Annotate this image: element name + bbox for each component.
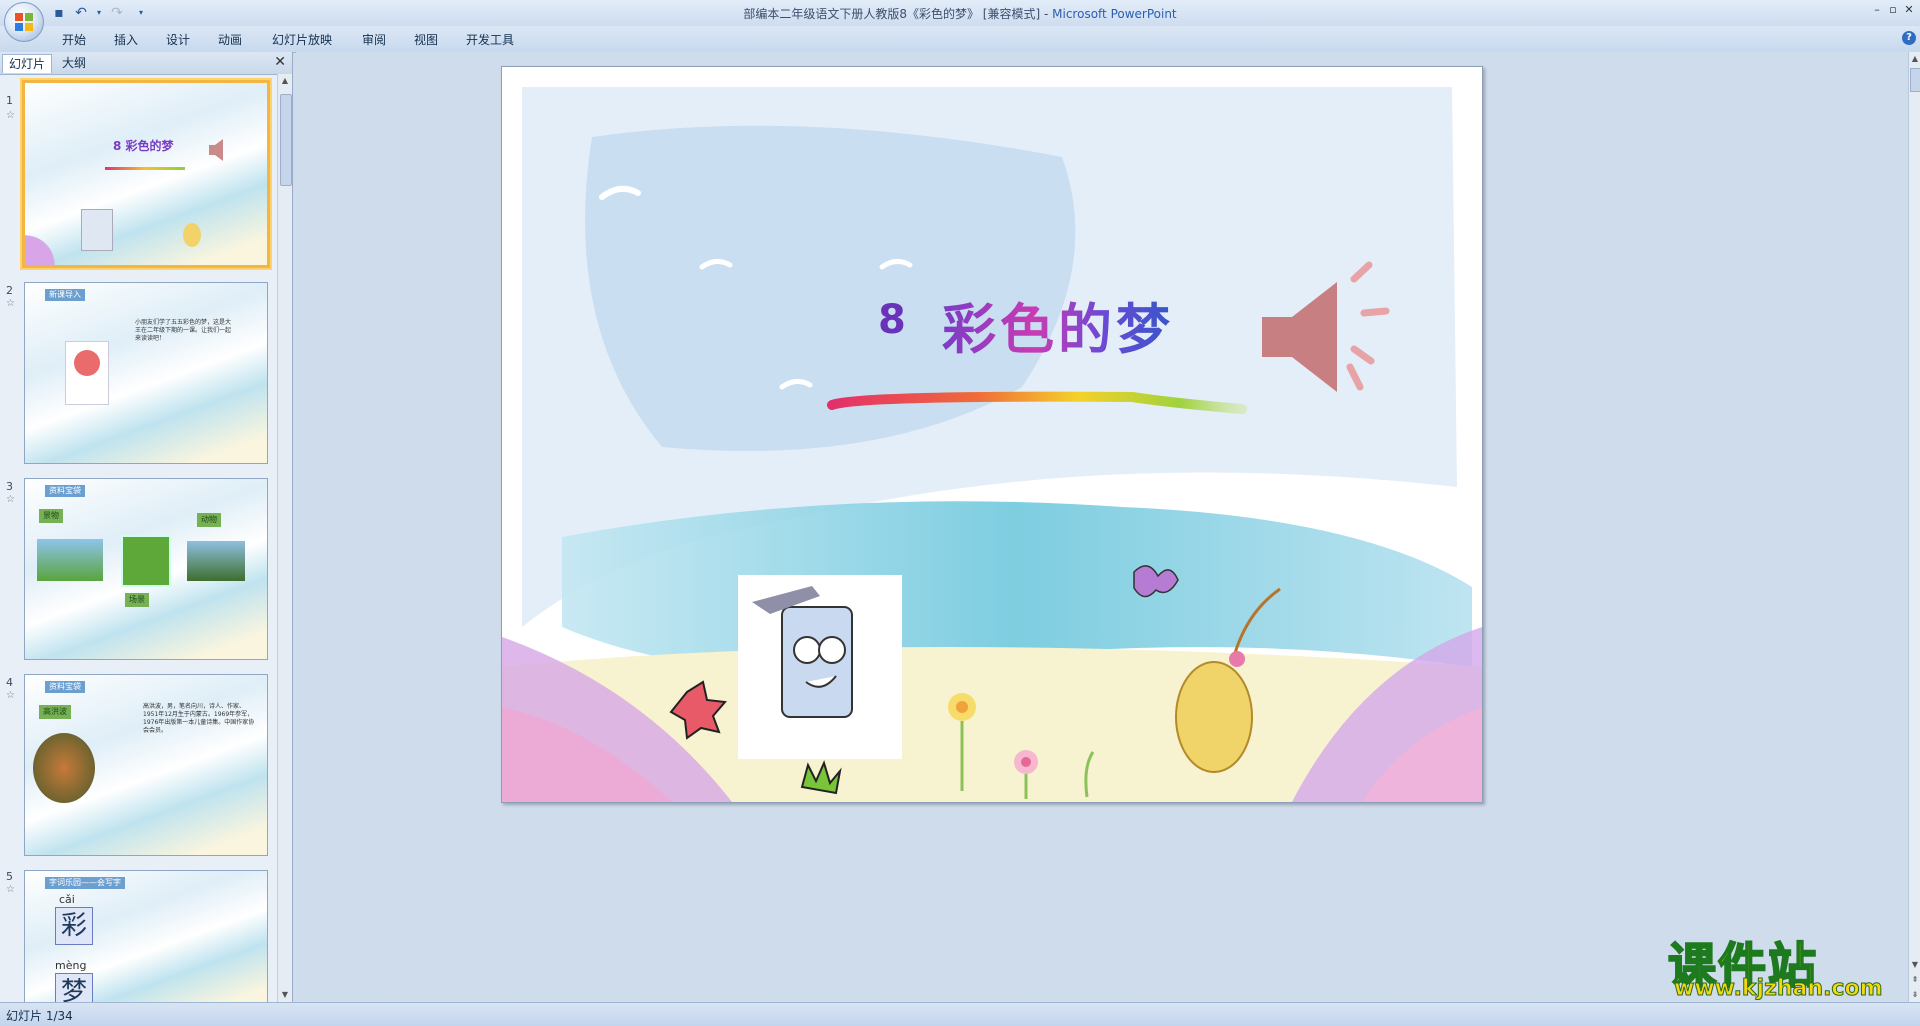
character-box: 彩 <box>55 907 93 945</box>
pinyin: mèng <box>55 959 87 972</box>
character-image <box>65 341 109 405</box>
office-logo-icon <box>15 13 33 31</box>
tab-view[interactable]: 视图 <box>414 31 438 48</box>
slide-number: 1 <box>6 94 13 107</box>
author-portrait <box>33 733 95 803</box>
animation-star-icon: ☆ <box>6 298 15 309</box>
thumbnail-text: 高洪波，男，笔名向川，诗人、作家、1951年12月生于内蒙古。1969年参军，1… <box>143 703 255 734</box>
petal-decoration <box>25 223 85 265</box>
slide-number: 2 <box>6 284 13 297</box>
slide-thumbnail-2[interactable]: 新课导入 小朋友们学了五五彩色的梦，这是大王在二年级下期的一课。让我们一起来读读… <box>24 282 268 464</box>
scroll-down-icon[interactable]: ▼ <box>278 988 292 1002</box>
tab-slideshow[interactable]: 幻灯片放映 <box>272 31 332 48</box>
next-slide-icon[interactable]: ⇟ <box>1909 988 1920 1002</box>
animation-star-icon: ☆ <box>6 690 15 701</box>
status-bar: 幻灯片 1/34 <box>0 1002 1920 1026</box>
label-box: 场景 <box>125 593 149 607</box>
character-box: 梦 <box>55 973 93 1002</box>
window-title: 部编本二年级语文下册人教版8《彩色的梦》 [兼容模式] - Microsoft … <box>0 5 1920 22</box>
tab-outline[interactable]: 大纲 <box>56 54 92 72</box>
document-title: 部编本二年级语文下册人教版8《彩色的梦》 [兼容模式] - <box>743 7 1053 21</box>
label-box: 景物 <box>39 509 63 523</box>
slide-number: 3 <box>6 480 13 493</box>
label-box: 动物 <box>197 513 221 527</box>
panel-scrollbar[interactable]: ▲ ▼ <box>277 74 292 1002</box>
slide-thumbnail-3[interactable]: 资料宝袋 景物 动物 场景 <box>24 478 268 660</box>
animation-star-icon: ☆ <box>6 884 15 895</box>
slide-editor: 8 彩色的梦 <box>296 52 1908 1002</box>
scroll-down-icon[interactable]: ▼ <box>1909 958 1920 972</box>
title-bar: ▪ ↶ ▾ ↷ ▾ 部编本二年级语文下册人教版8《彩色的梦》 [兼容模式] - … <box>0 0 1920 27</box>
animation-star-icon: ☆ <box>6 110 15 121</box>
slide-thumbnail-1[interactable]: 8 彩色的梦 <box>22 80 270 268</box>
slide-title[interactable]: 彩色的梦 <box>942 285 1174 364</box>
ribbon: 开始 插入 设计 动画 幻灯片放映 审阅 视图 开发工具 ? <box>0 26 1920 53</box>
watermark: 课件站 www.kjzhan.com <box>1667 926 1908 1002</box>
flower-image <box>121 535 171 587</box>
thumbnail-tag: 新课导入 <box>45 289 85 301</box>
book-character <box>81 209 113 251</box>
close-button[interactable]: ✕ <box>1900 2 1918 18</box>
app-name: Microsoft PowerPoint <box>1052 7 1177 21</box>
scroll-thumb[interactable] <box>1910 68 1920 92</box>
author-label: 高洪波 <box>39 705 71 719</box>
scroll-thumb[interactable] <box>280 94 292 186</box>
thumbnail-text: 小朋友们学了五五彩色的梦，这是大王在二年级下期的一课。让我们一起来读读吧！ <box>135 319 232 342</box>
slide-number: 5 <box>6 870 13 883</box>
watermark-url: www.kjzhan.com <box>1674 976 1884 1002</box>
panel-close-icon[interactable]: ✕ <box>274 54 286 70</box>
tab-home[interactable]: 开始 <box>62 31 86 48</box>
tab-insert[interactable]: 插入 <box>114 31 138 48</box>
tab-slides[interactable]: 幻灯片 <box>2 54 53 73</box>
rainbow-stroke <box>105 167 185 170</box>
tab-animations[interactable]: 动画 <box>218 31 242 48</box>
slides-panel: 幻灯片 大纲 ✕ 1 ☆ 8 彩色的梦 2 ☆ 新课导入 小朋友们学了五五彩色的… <box>0 52 293 1002</box>
panel-tabs: 幻灯片 大纲 ✕ <box>0 52 292 75</box>
thumbnail-tag: 资料宝袋 <box>45 681 85 693</box>
previous-slide-icon[interactable]: ⇞ <box>1909 973 1920 987</box>
speaker-icon <box>209 139 223 161</box>
slide-thumbnail-5[interactable]: 字词乐园——会写字 cǎi 彩 mèng 梦 <box>24 870 268 1002</box>
slide-thumbnail-4[interactable]: 资料宝袋 高洪波 高洪波，男，笔名向川，诗人、作家、1951年12月生于内蒙古。… <box>24 674 268 856</box>
thumbnail-background <box>25 283 267 463</box>
editor-scrollbar[interactable]: ▲ ▼ ⇞ ⇟ <box>1908 52 1920 1002</box>
current-slide[interactable]: 8 彩色的梦 <box>501 66 1483 803</box>
scroll-up-icon[interactable]: ▲ <box>1909 52 1920 66</box>
tab-design[interactable]: 设计 <box>166 31 190 48</box>
tree-image <box>187 541 245 581</box>
slide-thumbnails: 1 ☆ 8 彩色的梦 2 ☆ 新课导入 小朋友们学了五五彩色的梦，这是大王在二年… <box>0 74 276 1002</box>
landscape-image <box>37 539 103 581</box>
thumbnail-tag: 字词乐园——会写字 <box>45 877 125 889</box>
animation-star-icon: ☆ <box>6 494 15 505</box>
scroll-up-icon[interactable]: ▲ <box>278 74 292 88</box>
thumbnail-tag: 资料宝袋 <box>45 485 85 497</box>
tab-review[interactable]: 审阅 <box>362 31 386 48</box>
bean-character <box>183 223 201 247</box>
help-icon[interactable]: ? <box>1902 31 1916 45</box>
office-button[interactable] <box>4 2 44 42</box>
thumbnail-title: 8 彩色的梦 <box>113 139 174 153</box>
pinyin: cǎi <box>59 893 75 906</box>
slide-background <box>502 67 1482 802</box>
slide-number: 4 <box>6 676 13 689</box>
tab-developer[interactable]: 开发工具 <box>466 31 514 48</box>
slide-number-label: 8 <box>878 297 906 343</box>
slide-counter: 幻灯片 1/34 <box>6 1009 73 1023</box>
